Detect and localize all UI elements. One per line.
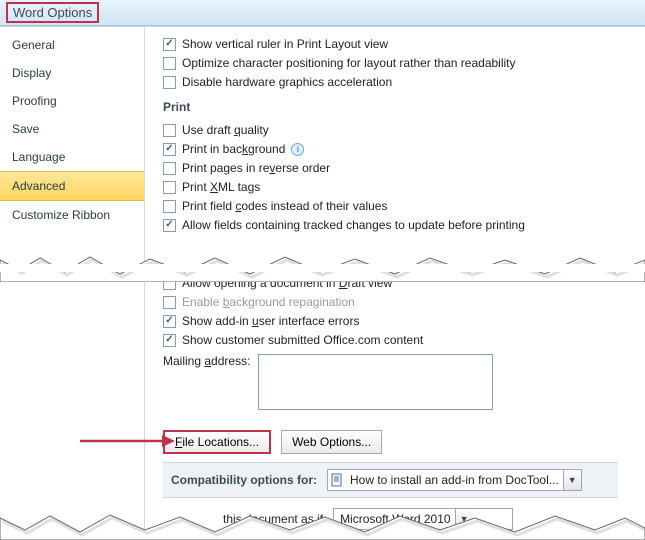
option-label: Print XML tags	[182, 179, 260, 195]
general-option-3[interactable]: Show customer submitted Office.com conte…	[163, 332, 645, 348]
file-locations-button[interactable]: File Locations...	[163, 430, 271, 454]
layout-document-as-dropdown[interactable]: Microsoft Word 2010 ▼	[333, 508, 513, 530]
compatibility-label: Compatibility options for:	[171, 473, 317, 487]
print-option-3[interactable]: Print XML tags	[163, 179, 645, 195]
option-label: Print pages in reverse order	[182, 160, 330, 176]
checkbox-icon[interactable]	[163, 334, 176, 347]
sidebar-item-save[interactable]: Save	[0, 115, 144, 143]
document-icon	[328, 473, 346, 487]
chevron-down-icon[interactable]: ▼	[563, 470, 581, 490]
checkbox-icon[interactable]	[163, 200, 176, 213]
checkbox-icon	[163, 296, 176, 309]
option-disable-hw-accel[interactable]: Disable hardware graphics acceleration	[163, 74, 645, 90]
checkbox-icon[interactable]	[163, 124, 176, 137]
option-label: Show vertical ruler in Print Layout view	[182, 36, 388, 52]
info-icon[interactable]: i	[291, 143, 304, 156]
checkbox-icon[interactable]	[163, 315, 176, 328]
section-title-print: Print	[163, 100, 645, 114]
sidebar-item-proofing[interactable]: Proofing	[0, 87, 144, 115]
print-option-2[interactable]: Print pages in reverse order	[163, 160, 645, 176]
compatibility-selected: How to install an add-in from DocTool...	[346, 473, 563, 487]
checkbox-icon[interactable]	[163, 162, 176, 175]
checkbox-icon[interactable]	[163, 143, 176, 156]
option-vertical-ruler[interactable]: Show vertical ruler in Print Layout view	[163, 36, 645, 52]
general-option-1: Enable background repagination	[163, 294, 645, 310]
general-option-0[interactable]: Allow opening a document in Draft view	[163, 275, 645, 291]
window-title: Word Options	[6, 2, 99, 23]
option-optimize-positioning[interactable]: Optimize character positioning for layou…	[163, 55, 645, 71]
compatibility-dropdown[interactable]: How to install an add-in from DocTool...…	[327, 469, 582, 491]
option-label: Optimize character positioning for layou…	[182, 55, 516, 71]
option-label: Print in background	[182, 141, 285, 157]
option-label: Allow fields containing tracked changes …	[182, 217, 525, 233]
option-label: Show add-in user interface errors	[182, 313, 359, 329]
sidebar-item-display[interactable]: Display	[0, 59, 144, 87]
checkbox-icon[interactable]	[163, 277, 176, 290]
print-option-0[interactable]: Use draft quality	[163, 122, 645, 138]
web-options-button[interactable]: Web Options...	[281, 430, 382, 454]
compatibility-bar: Compatibility options for: How to instal…	[163, 462, 618, 498]
sidebar-item-customize-ribbon[interactable]: Customize Ribbon	[0, 201, 144, 229]
checkbox-icon[interactable]	[163, 76, 176, 89]
layout-document-as-row: this document as if Microsoft Word 2010 …	[163, 508, 645, 530]
option-label: Print field codes instead of their value…	[182, 198, 387, 214]
sidebar-item-advanced[interactable]: Advanced	[0, 171, 144, 201]
button-row: File Locations... Web Options...	[163, 430, 645, 454]
option-label: Disable hardware graphics acceleration	[182, 74, 392, 90]
option-label: Show customer submitted Office.com conte…	[182, 332, 423, 348]
layout-document-as-label: this document as if	[223, 512, 323, 526]
sidebar-item-general[interactable]: General	[0, 31, 144, 59]
option-label: Use draft quality	[182, 122, 269, 138]
gap	[0, 264, 645, 272]
checkbox-icon[interactable]	[163, 219, 176, 232]
chevron-down-icon[interactable]: ▼	[455, 509, 473, 529]
print-option-4[interactable]: Print field codes instead of their value…	[163, 198, 645, 214]
checkbox-icon[interactable]	[163, 181, 176, 194]
sidebar-item-language[interactable]: Language	[0, 143, 144, 171]
print-option-5[interactable]: Allow fields containing tracked changes …	[163, 217, 645, 233]
mailing-address-label: Mailing address:	[163, 354, 250, 368]
mailing-address-input[interactable]	[258, 354, 493, 410]
option-label: Allow opening a document in Draft view	[182, 275, 392, 291]
option-label: Enable background repagination	[182, 294, 355, 310]
print-option-1[interactable]: Print in background i	[163, 141, 645, 157]
checkbox-icon[interactable]	[163, 38, 176, 51]
main-panel: Show vertical ruler in Print Layout view…	[145, 27, 645, 540]
general-option-2[interactable]: Show add-in user interface errors	[163, 313, 645, 329]
mailing-address-row: Mailing address:	[163, 354, 645, 410]
sidebar: General Display Proofing Save Language A…	[0, 27, 145, 540]
titlebar: Word Options	[0, 0, 645, 26]
checkbox-icon[interactable]	[163, 57, 176, 70]
layout-document-as-selected: Microsoft Word 2010	[334, 512, 455, 526]
